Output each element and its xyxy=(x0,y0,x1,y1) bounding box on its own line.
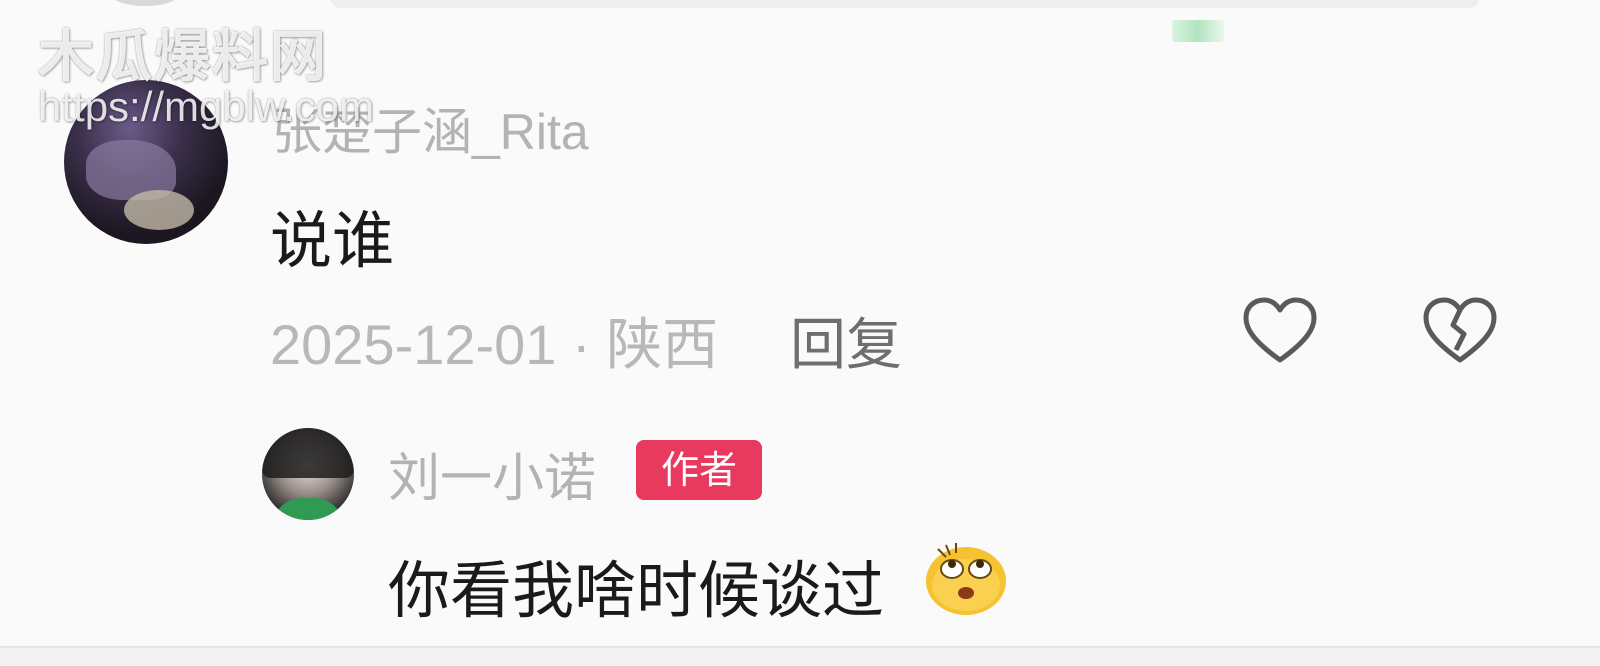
broken-heart-icon xyxy=(1423,297,1497,363)
previous-avatar-edge xyxy=(110,0,180,6)
reply-text: 你看我啥时候谈过 xyxy=(388,554,885,627)
like-button[interactable] xyxy=(1240,292,1320,372)
commenter-username[interactable]: 张楚子涵_Rita xyxy=(272,92,589,164)
comment-text: 说谁 xyxy=(270,204,395,277)
avatar-photo-detail xyxy=(262,428,354,478)
avatar-photo-detail xyxy=(272,498,344,520)
author-username[interactable]: 刘一小诺 xyxy=(388,436,596,511)
commenter-avatar[interactable] xyxy=(64,80,228,244)
author-avatar[interactable] xyxy=(262,428,354,520)
previous-comment-edge xyxy=(330,0,1480,8)
rolling-eyes-emoji-icon xyxy=(920,535,1012,617)
avatar-photo-detail xyxy=(124,190,194,230)
dislike-button[interactable] xyxy=(1420,292,1500,372)
watermark-title: 木瓜爆料网 xyxy=(38,25,328,90)
bottom-edge xyxy=(0,648,1600,666)
sticker-image xyxy=(1172,20,1224,42)
comment-date-location: 2025-12-01 · 陕西 xyxy=(270,313,719,376)
reply-button[interactable]: 回复 xyxy=(790,300,902,381)
heart-outline-icon xyxy=(1243,297,1317,363)
author-badge: 作者 xyxy=(636,440,762,500)
